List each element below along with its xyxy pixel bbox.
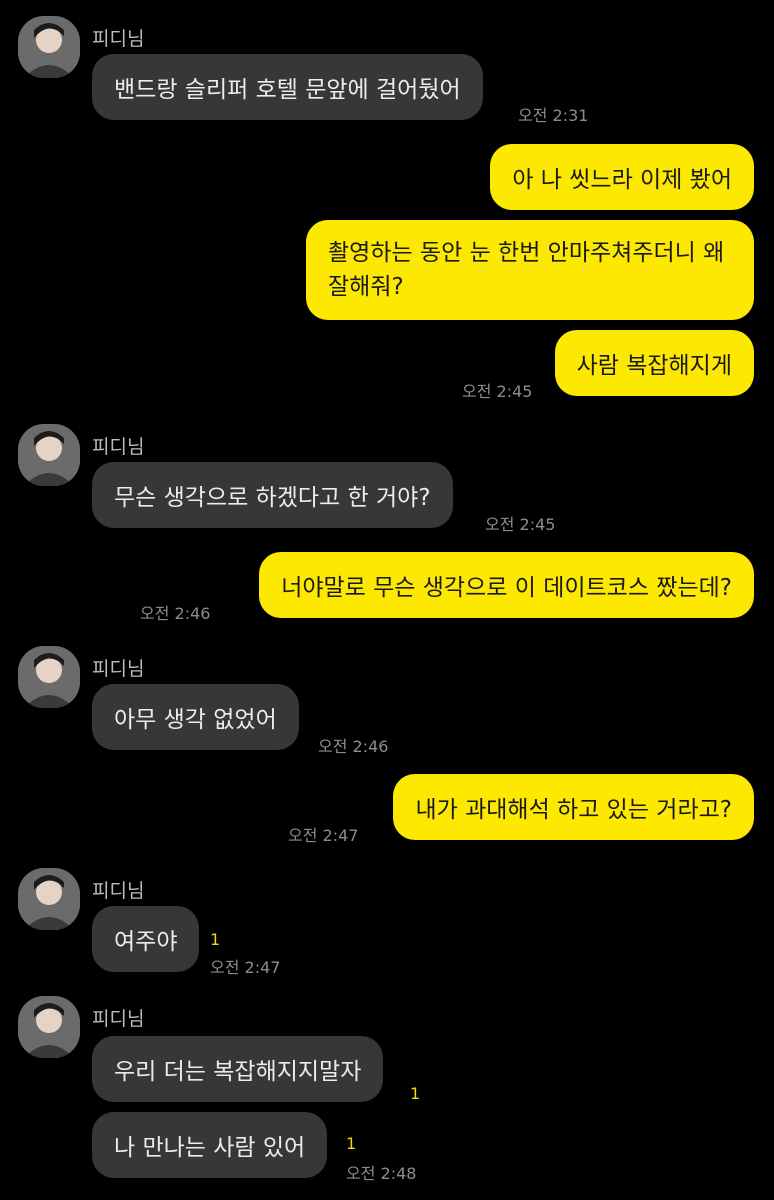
sender-name: 피디님 (92, 28, 145, 50)
unread-count: 1 (210, 930, 221, 949)
message-bubble[interactable]: 내가 과대해석 하고 있는 거라고? (393, 774, 754, 840)
avatar-icon[interactable] (18, 646, 80, 708)
message-time: 오전 2:45 (462, 382, 533, 401)
message-bubble[interactable]: 밴드랑 슬리퍼 호텔 문앞에 걸어뒀어 (92, 54, 483, 120)
sender-name: 피디님 (92, 880, 145, 902)
message-bubble[interactable]: 너야말로 무슨 생각으로 이 데이트코스 짰는데? (259, 552, 754, 618)
sender-name: 피디님 (92, 658, 145, 680)
unread-count: 1 (410, 1084, 421, 1103)
unread-count: 1 (346, 1134, 357, 1153)
sender-name: 피디님 (92, 436, 145, 458)
message-time: 오전 2:47 (210, 958, 281, 977)
message-time: 오전 2:45 (485, 515, 556, 534)
message-bubble[interactable]: 나 만나는 사람 있어 (92, 1112, 328, 1178)
message-time: 오전 2:46 (140, 604, 211, 623)
avatar-icon[interactable] (18, 16, 80, 78)
message-bubble[interactable]: 무슨 생각으로 하겠다고 한 거야? (92, 462, 453, 528)
message-bubble[interactable]: 아 나 씻느라 이제 봤어 (490, 144, 754, 210)
message-time: 오전 2:31 (518, 106, 589, 125)
message-time: 오전 2:46 (318, 737, 389, 756)
message-time: 오전 2:48 (346, 1164, 417, 1183)
message-time: 오전 2:47 (288, 826, 359, 845)
avatar-icon[interactable] (18, 424, 80, 486)
avatar-icon[interactable] (18, 868, 80, 930)
message-bubble[interactable]: 여주야 (92, 906, 200, 972)
message-bubble[interactable]: 아무 생각 없었어 (92, 684, 299, 750)
sender-name: 피디님 (92, 1008, 145, 1030)
message-bubble[interactable]: 사람 복잡해지게 (554, 330, 754, 396)
message-bubble[interactable]: 촬영하는 동안 눈 한번 안마주쳐주더니 왜 잘해줘? (306, 220, 754, 320)
avatar-icon[interactable] (18, 996, 80, 1058)
message-bubble[interactable]: 우리 더는 복잡해지지말자 (92, 1036, 384, 1102)
